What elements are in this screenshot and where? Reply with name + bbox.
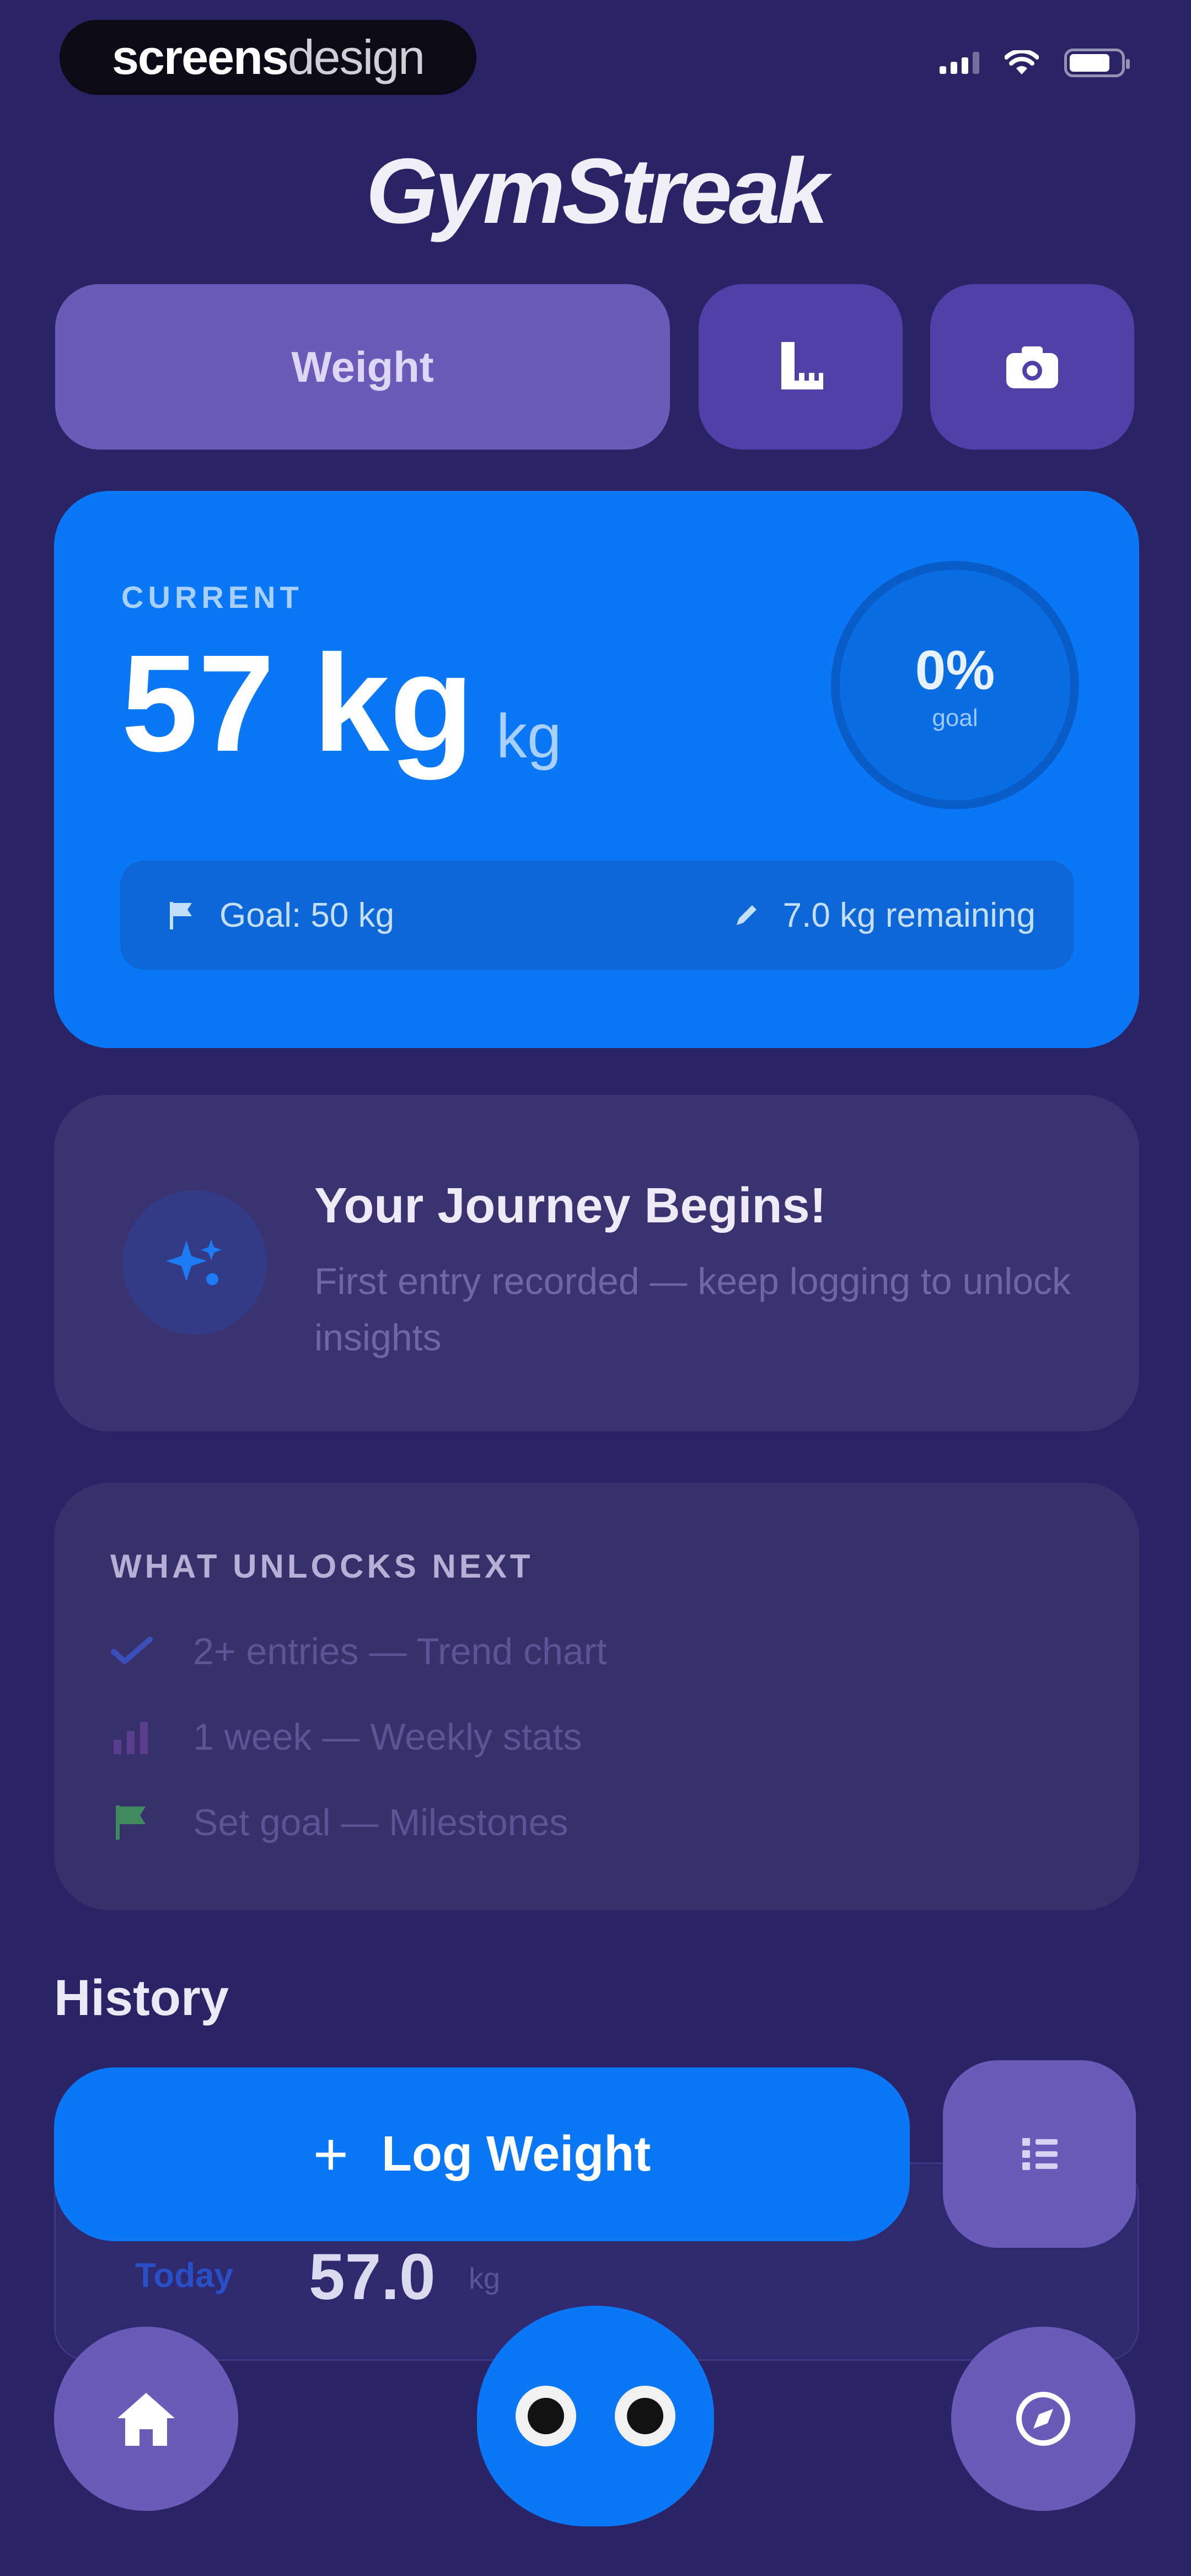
badge-light-text: design: [287, 30, 425, 84]
cellular-signal-icon: [940, 52, 979, 74]
history-entry-unit: kg: [469, 2262, 501, 2295]
goal-percent: 0%: [915, 639, 995, 701]
app-logo-title: GymStreak: [366, 139, 828, 243]
log-weight-label: Log Weight: [382, 2126, 651, 2182]
unlock-item: 1 week — Weekly stats: [110, 1715, 582, 1759]
screensdesign-badge: screens design: [60, 20, 476, 95]
wifi-icon: [1005, 50, 1039, 74]
unlock-item-label: 2+ entries — Trend chart: [193, 1631, 607, 1672]
history-heading: History: [54, 1970, 229, 2026]
mascot-eye: [516, 2386, 576, 2446]
flag-icon: [170, 902, 192, 929]
ruler-icon: [781, 342, 823, 389]
goal-text: Goal: 50 kg: [219, 896, 395, 934]
unlock-item: 2+ entries — Trend chart: [110, 1630, 607, 1673]
milestone-flag-icon: [116, 1805, 146, 1840]
explore-nav-button[interactable]: [951, 2327, 1135, 2511]
badge-bold-text: screens: [111, 30, 289, 84]
measurements-button[interactable]: [699, 284, 903, 450]
log-weight-button[interactable]: + Log Weight: [54, 2067, 910, 2241]
history-list-button[interactable]: [943, 2060, 1136, 2248]
mascot-button[interactable]: [477, 2306, 714, 2526]
bar-chart-icon: [114, 1722, 148, 1754]
sparkles-badge: [122, 1190, 267, 1335]
mascot-eye: [615, 2386, 675, 2446]
journey-subtitle: First entry recorded — keep logging to u…: [314, 1260, 1071, 1359]
journey-title: Your Journey Begins!: [314, 1178, 827, 1233]
battery-icon: [1064, 49, 1130, 77]
history-entry-value: 57.0: [309, 2241, 436, 2313]
trend-check-icon: [111, 1637, 153, 1664]
goal-summary-strip[interactable]: Goal: 50 kg 7.0 kg remaining: [120, 861, 1074, 970]
progress-photo-button[interactable]: [930, 284, 1134, 450]
unlock-item-label: Set goal — Milestones: [193, 1802, 568, 1843]
remaining-text: 7.0 kg remaining: [782, 896, 1036, 934]
home-nav-button[interactable]: [54, 2327, 238, 2511]
unlock-item-label: 1 week — Weekly stats: [193, 1716, 582, 1758]
status-icons: [940, 49, 1130, 77]
home-icon: [117, 2393, 175, 2446]
sparkles-icon: [166, 1239, 222, 1285]
plus-icon: +: [313, 2120, 348, 2188]
current-label: CURRENT: [121, 580, 303, 614]
history-entry-day: Today: [135, 2257, 233, 2295]
current-weight-value: 57 kg: [121, 626, 474, 780]
unlocks-title: WHAT UNLOCKS NEXT: [110, 1548, 534, 1585]
list-icon: [1022, 2138, 1058, 2170]
pencil-icon: [736, 905, 757, 925]
camera-icon: [1006, 346, 1058, 388]
current-weight-unit: kg: [496, 702, 562, 771]
unlock-item: Set goal — Milestones: [110, 1801, 568, 1844]
goal-percent-label: goal: [932, 704, 978, 731]
weight-tab-button[interactable]: Weight: [55, 284, 670, 450]
goal-progress-ring: 0% goal: [831, 561, 1079, 809]
compass-icon: [1016, 2392, 1070, 2446]
weight-tab-label: Weight: [291, 342, 434, 391]
